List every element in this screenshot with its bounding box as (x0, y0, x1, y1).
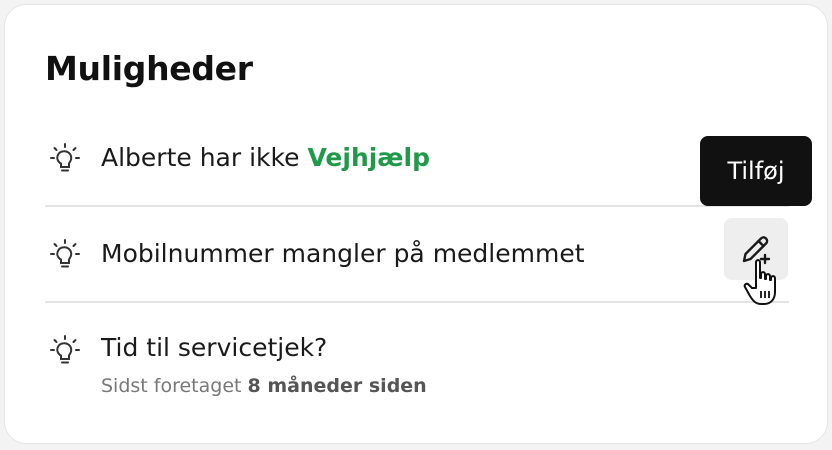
item-text: Mobilnummer mangler på medlemmet (101, 239, 585, 268)
add-tooltip: Tilføj (700, 136, 812, 206)
list-item-service-check: Tid til servicetjek? Sidst foretaget 8 m… (45, 305, 789, 415)
list-item-roadside-assistance: Alberte har ikke Vejhjælp (45, 123, 789, 207)
item-subtext: Sidst foretaget 8 måneder siden (101, 375, 427, 397)
item-text: Alberte har ikke Vejhjælp (101, 143, 430, 172)
roadside-assistance-link[interactable]: Vejhjælp (307, 143, 430, 172)
lightbulb-icon (50, 143, 80, 172)
opportunities-card: Muligheder Alberte har ikke Vejhjælp Mob… (4, 4, 828, 444)
item-text: Tid til servicetjek? (101, 333, 328, 362)
lightbulb-icon (50, 335, 80, 364)
list-item-missing-phone: Mobilnummer mangler på medlemmet (45, 209, 789, 303)
card-title: Muligheder (45, 49, 253, 88)
lightbulb-icon (50, 239, 80, 268)
hand-cursor-icon (743, 259, 776, 305)
